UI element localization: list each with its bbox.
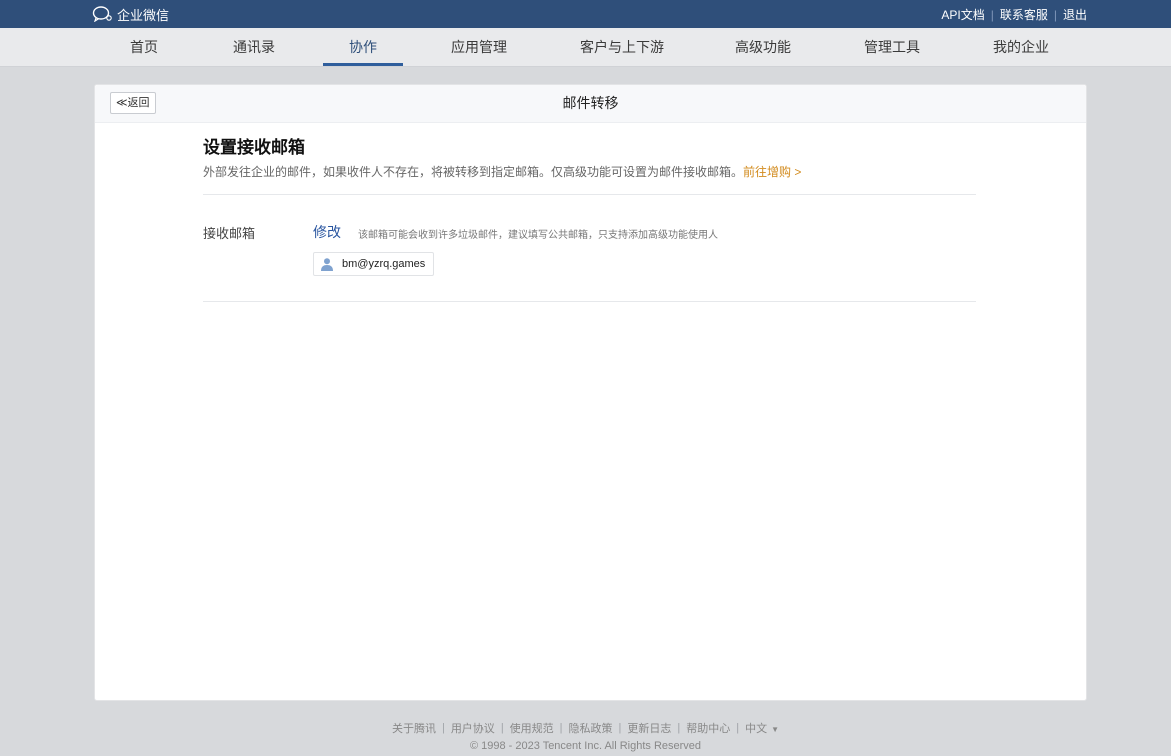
footer-help-link[interactable]: 帮助中心: [686, 720, 730, 736]
upgrade-link[interactable]: 前往增购 >: [743, 165, 801, 179]
separator: |: [677, 722, 681, 734]
separator: |: [559, 722, 563, 734]
top-bar: 企业微信 API文档 | 联系客服 | 退出: [0, 0, 1171, 28]
separator: |: [990, 7, 994, 22]
section-description: 外部发往企业的邮件，如果收件人不存在，将被转移到指定邮箱。仅高级功能可设置为邮件…: [203, 164, 976, 180]
page-title: 邮件转移: [562, 95, 619, 111]
copyright: © 1998 - 2023 Tencent Inc. All Rights Re…: [469, 740, 702, 752]
language-selector[interactable]: 中文 ▼: [745, 720, 779, 736]
language-label: 中文: [745, 723, 768, 735]
top-links: API文档 | 联系客服 | 退出: [941, 6, 1087, 23]
nav-customers[interactable]: 客户与上下游: [570, 28, 674, 66]
divider: [203, 301, 976, 302]
nav-collaboration[interactable]: 协作: [323, 28, 403, 66]
receive-mailbox-label: 接收邮箱: [203, 226, 256, 241]
nav-management-tools[interactable]: 管理工具: [856, 28, 928, 66]
separator: |: [736, 722, 740, 734]
separator: |: [1053, 7, 1057, 22]
mailbox-hint: 该邮箱可能会收到许多垃圾邮件，建议填写公共邮箱，只支持添加高级功能使用人: [358, 230, 718, 241]
user-icon: [320, 257, 334, 271]
mail-transfer-panel: 邮件转移 ≪返回 设置接收邮箱 外部发往企业的邮件，如果收件人不存在，将被转移到…: [94, 84, 1087, 701]
logo-text: 企业微信: [117, 7, 170, 23]
receive-mailbox-row: 接收邮箱 修改 该邮箱可能会收到许多垃圾邮件，建议填写公共邮箱，只支持添加高级功…: [203, 195, 976, 301]
nav-contacts[interactable]: 通讯录: [220, 28, 288, 66]
nav-app-management[interactable]: 应用管理: [443, 28, 515, 66]
logo[interactable]: 企业微信: [92, 5, 169, 23]
footer-changelog-link[interactable]: 更新日志: [627, 720, 671, 736]
separator: |: [441, 722, 445, 734]
edit-button[interactable]: 修改: [313, 222, 341, 242]
logout-link[interactable]: 退出: [1063, 6, 1087, 23]
caret-down-icon: ▼: [771, 725, 780, 734]
footer-about-link[interactable]: 关于腾讯: [392, 720, 436, 736]
separator: |: [500, 722, 504, 734]
separator: |: [618, 722, 622, 734]
email-chip[interactable]: bm@yzrq.games: [313, 252, 435, 276]
settings-content: 设置接收邮箱 外部发往企业的邮件，如果收件人不存在，将被转移到指定邮箱。仅高级功…: [203, 137, 976, 302]
main-nav: 首页 通讯录 协作 应用管理 客户与上下游 高级功能 管理工具 我的企业: [0, 28, 1171, 67]
panel-header: 邮件转移 ≪返回: [95, 85, 1086, 123]
nav-advanced-features[interactable]: 高级功能: [727, 28, 799, 66]
api-docs-link[interactable]: API文档: [941, 6, 984, 23]
section-title: 设置接收邮箱: [203, 138, 305, 157]
footer-user-agreement-link[interactable]: 用户协议: [451, 720, 495, 736]
footer-links: 关于腾讯 | 用户协议 | 使用规范 | 隐私政策 | 更新日志 | 帮助中心 …: [0, 720, 1171, 736]
footer-privacy-link[interactable]: 隐私政策: [569, 720, 613, 736]
footer-usage-rules-link[interactable]: 使用规范: [510, 720, 554, 736]
back-button[interactable]: ≪返回: [110, 92, 156, 114]
footer: 关于腾讯 | 用户协议 | 使用规范 | 隐私政策 | 更新日志 | 帮助中心 …: [0, 720, 1171, 752]
description-text: 外部发往企业的邮件，如果收件人不存在，将被转移到指定邮箱。仅高级功能可设置为邮件…: [203, 165, 744, 179]
nav-home[interactable]: 首页: [112, 28, 176, 66]
email-address: bm@yzrq.games: [342, 258, 426, 270]
nav-my-enterprise[interactable]: 我的企业: [985, 28, 1057, 66]
contact-support-link[interactable]: 联系客服: [1000, 6, 1048, 23]
chat-bubble-icon: [92, 6, 114, 22]
